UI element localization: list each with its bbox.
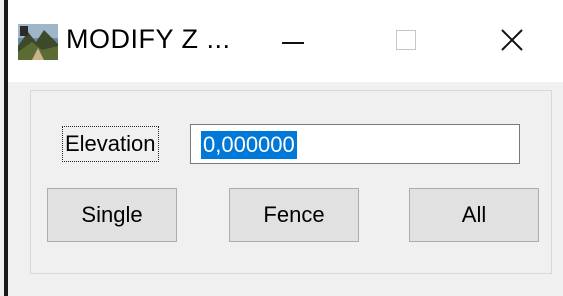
maximize-icon: [396, 30, 416, 50]
all-button[interactable]: All: [409, 188, 539, 242]
elevation-input[interactable]: 0,000000: [190, 124, 520, 164]
fence-button[interactable]: Fence: [229, 188, 359, 242]
landscape-app-icon: [18, 24, 58, 60]
title-bar[interactable]: MODIFY Z ...: [8, 0, 563, 82]
elevation-label: Elevation: [62, 126, 159, 162]
minimize-button[interactable]: [258, 0, 338, 82]
modify-z-dialog: MODIFY Z ... Elevation 0,000000 Single F…: [0, 0, 563, 296]
elevation-value-selected: 0,000000: [201, 131, 297, 159]
close-icon: [501, 29, 523, 51]
single-button[interactable]: Single: [47, 188, 177, 242]
maximize-button[interactable]: [364, 0, 444, 82]
options-groupbox: [30, 90, 552, 274]
minimize-icon: [282, 42, 304, 44]
window-title: MODIFY Z ...: [66, 24, 231, 54]
close-button[interactable]: [470, 0, 550, 82]
